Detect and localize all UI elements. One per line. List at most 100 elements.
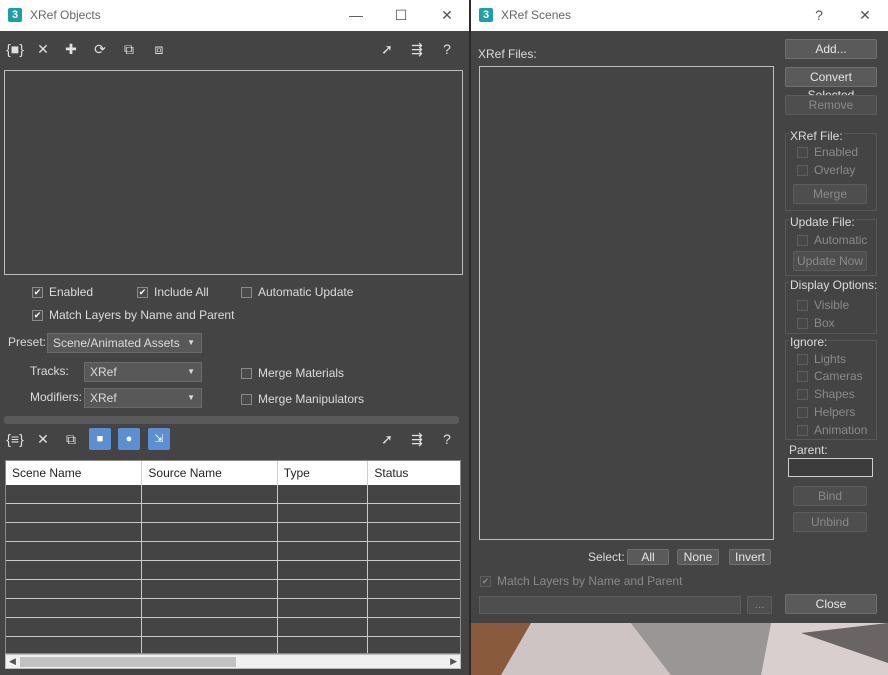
ignore-animation-checkbox[interactable]: Animation bbox=[797, 423, 867, 437]
tracks-label: Tracks: bbox=[30, 364, 69, 378]
select-invert-button[interactable]: Invert bbox=[729, 549, 771, 565]
table-row[interactable] bbox=[6, 542, 460, 561]
match-layers-label: Match Layers by Name and Parent bbox=[49, 308, 235, 322]
checkbox-box bbox=[797, 164, 808, 176]
close-dialog-button[interactable]: Close bbox=[785, 594, 877, 614]
animation-label: Animation bbox=[814, 423, 868, 437]
material-sphere-icon[interactable]: ● bbox=[118, 428, 140, 450]
enabled-checkbox[interactable]: ✔ Enabled bbox=[32, 285, 93, 299]
automatic-update-label: Automatic Update bbox=[258, 285, 354, 299]
remove-icon[interactable]: ✕ bbox=[32, 38, 54, 60]
ignore-group-label: Ignore: bbox=[789, 335, 829, 349]
modifiers-dropdown[interactable]: XRef ▼ bbox=[84, 388, 202, 408]
enabled-checkbox[interactable]: Enabled bbox=[797, 145, 858, 159]
update-now-button[interactable]: Update Now bbox=[793, 251, 867, 271]
merge-in-scene-icon[interactable]: ⧉ bbox=[118, 38, 140, 60]
object-cube-icon[interactable]: ■ bbox=[89, 428, 111, 450]
maximize-button[interactable]: ☐ bbox=[385, 0, 417, 31]
table-row[interactable] bbox=[6, 637, 460, 653]
shapes-label: Shapes bbox=[814, 387, 855, 401]
remove-button[interactable]: Remove bbox=[785, 95, 877, 115]
list-objects-icon[interactable]: {≡} bbox=[4, 428, 26, 450]
select-all-button[interactable]: All bbox=[627, 549, 669, 565]
table-row[interactable] bbox=[6, 599, 460, 618]
xref-objects-window: 3 XRef Objects — ☐ ✕ {■} ✕ ✚ ⟳ ⧉ ⧈ ➚ ⇶ ?… bbox=[0, 0, 469, 675]
convert-selected-icon[interactable]: ⧈ bbox=[148, 38, 170, 60]
update-file-group-label: Update File: bbox=[789, 215, 856, 229]
minimize-button[interactable]: — bbox=[340, 0, 372, 31]
convert-selected-button[interactable]: Convert Selected bbox=[785, 67, 877, 102]
automatic-update-checkbox[interactable]: Automatic Update bbox=[241, 285, 353, 299]
chevron-down-icon: ▼ bbox=[187, 338, 195, 347]
viewport-render bbox=[471, 623, 888, 675]
select-in-scene-icon[interactable]: ➚ bbox=[376, 428, 398, 450]
merge-icon[interactable]: ⧉ bbox=[60, 428, 82, 450]
table-row[interactable] bbox=[6, 485, 460, 504]
visible-checkbox[interactable]: Visible bbox=[797, 298, 849, 312]
merge-button[interactable]: Merge bbox=[793, 184, 867, 204]
merge-manipulators-checkbox[interactable]: Merge Manipulators bbox=[241, 392, 364, 406]
merge-materials-checkbox[interactable]: Merge Materials bbox=[241, 366, 344, 380]
xref-files-list[interactable] bbox=[479, 66, 774, 540]
path-field[interactable] bbox=[479, 596, 741, 614]
scroll-right-icon[interactable]: ▶ bbox=[450, 655, 457, 668]
help-icon[interactable]: ? bbox=[436, 428, 458, 450]
ignore-helpers-checkbox[interactable]: Helpers bbox=[797, 405, 855, 419]
xref-records-list[interactable] bbox=[4, 70, 463, 275]
column-header-source-name[interactable]: Source Name bbox=[142, 461, 278, 485]
tracks-dropdown[interactable]: XRef ▼ bbox=[84, 362, 202, 382]
select-in-scene-icon[interactable]: ➚ bbox=[376, 38, 398, 60]
helpers-label: Helpers bbox=[814, 405, 856, 419]
box-label: Box bbox=[814, 316, 835, 330]
select-none-button[interactable]: None bbox=[677, 549, 719, 565]
splitter-bar[interactable] bbox=[4, 416, 459, 424]
add-icon[interactable]: ✚ bbox=[60, 38, 82, 60]
add-objects-icon[interactable]: {■} bbox=[4, 38, 26, 60]
table-row[interactable] bbox=[6, 618, 460, 637]
remove-icon[interactable]: ✕ bbox=[32, 428, 54, 450]
parent-field[interactable] bbox=[788, 458, 873, 477]
close-button[interactable]: ✕ bbox=[431, 0, 463, 31]
xref-entities-table[interactable]: Scene Name Source Name Type Status bbox=[5, 460, 461, 654]
merge-materials-label: Merge Materials bbox=[258, 366, 345, 380]
unbind-button[interactable]: Unbind bbox=[793, 512, 867, 532]
include-all-label: Include All bbox=[154, 285, 209, 299]
table-row[interactable] bbox=[6, 523, 460, 542]
table-row[interactable] bbox=[6, 561, 460, 580]
column-header-type[interactable]: Type bbox=[278, 461, 369, 485]
ignore-lights-checkbox[interactable]: Lights bbox=[797, 352, 846, 366]
refresh-icon[interactable]: ⟳ bbox=[89, 38, 111, 60]
bind-button[interactable]: Bind bbox=[793, 486, 867, 506]
preset-dropdown[interactable]: Scene/Animated Assets ▼ bbox=[47, 333, 202, 353]
controller-icon[interactable]: ⇲ bbox=[148, 428, 170, 450]
checkbox-box bbox=[797, 388, 808, 400]
table-row[interactable] bbox=[6, 580, 460, 599]
box-checkbox[interactable]: Box bbox=[797, 316, 835, 330]
visible-label: Visible bbox=[814, 298, 850, 312]
automatic-label: Automatic bbox=[814, 233, 868, 247]
help-button[interactable]: ? bbox=[803, 0, 835, 31]
help-icon[interactable]: ? bbox=[436, 38, 458, 60]
scrollbar-thumb[interactable] bbox=[20, 657, 236, 667]
match-layers-checkbox[interactable]: ✔ Match Layers by Name and Parent bbox=[32, 308, 234, 322]
match-layers-checkbox[interactable]: ✔ Match Layers by Name and Parent bbox=[480, 574, 682, 588]
xref-objects-titlebar: 3 XRef Objects — ☐ ✕ bbox=[0, 0, 469, 31]
table-row[interactable] bbox=[6, 504, 460, 523]
ignore-shapes-checkbox[interactable]: Shapes bbox=[797, 387, 855, 401]
column-header-scene-name[interactable]: Scene Name bbox=[6, 461, 143, 485]
scroll-left-icon[interactable]: ◀ bbox=[9, 655, 16, 668]
add-button[interactable]: Add... bbox=[785, 39, 877, 59]
check-icon: ✔ bbox=[32, 309, 43, 321]
overlay-checkbox[interactable]: Overlay bbox=[797, 163, 855, 177]
automatic-checkbox[interactable]: Automatic bbox=[797, 233, 867, 247]
checkbox-box bbox=[241, 286, 252, 298]
select-from-scene-icon[interactable]: ⇶ bbox=[406, 38, 428, 60]
browse-button[interactable]: ... bbox=[747, 596, 772, 614]
close-button[interactable]: ✕ bbox=[849, 0, 881, 31]
checkbox-box bbox=[797, 353, 808, 365]
horizontal-scrollbar[interactable]: ◀ ▶ bbox=[5, 654, 461, 669]
ignore-cameras-checkbox[interactable]: Cameras bbox=[797, 369, 863, 383]
include-all-checkbox[interactable]: ✔ Include All bbox=[137, 285, 209, 299]
select-from-scene-icon[interactable]: ⇶ bbox=[406, 428, 428, 450]
column-header-status[interactable]: Status bbox=[368, 461, 460, 485]
